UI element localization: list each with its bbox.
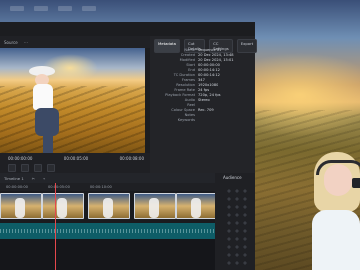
audio-mixer-panel: Audience: [215, 173, 255, 270]
timeline-clip[interactable]: [176, 193, 216, 219]
clip-thumbnail: [57, 198, 67, 218]
top-desktop-tabs: [0, 6, 96, 11]
ruler-tick: 00:00:00:00: [6, 185, 28, 189]
timeline-clip[interactable]: [134, 193, 176, 219]
torso: [33, 84, 53, 110]
playhead[interactable]: [55, 183, 56, 270]
field-keywords: Keywords: [177, 118, 195, 122]
desktop-tab[interactable]: [10, 6, 24, 11]
viewer-controls-icon[interactable]: ⋯: [24, 40, 28, 45]
skip-back-button[interactable]: [8, 164, 16, 172]
clip-thumbnail: [149, 198, 159, 218]
leg: [43, 128, 53, 153]
skip-forward-button[interactable]: [34, 164, 42, 172]
video-track: [0, 193, 216, 221]
body: [312, 210, 360, 270]
timeline-tool-icon[interactable]: ✂: [32, 176, 35, 181]
inspector-panel: Metadata Cut Details CC Settings Export …: [150, 36, 258, 173]
audio-panel-title: Audience: [223, 175, 242, 180]
audio-track[interactable]: [0, 223, 215, 239]
headset-icon: [316, 160, 360, 175]
transport-bar: 00:00:00:00 00:00:05:00 00:00:08:00: [0, 153, 150, 173]
transport-controls: [8, 164, 55, 172]
timeline-snap-icon[interactable]: ⌁: [43, 176, 45, 181]
mixer-knobs[interactable]: [225, 187, 250, 267]
metadata-fields: Name Sequence 01 Created 20 Dec 2024, 13:4…: [155, 48, 250, 123]
desktop-tab[interactable]: [58, 6, 72, 11]
audio-waveform: [0, 229, 215, 233]
timeline-clip[interactable]: [88, 193, 130, 219]
timecode-left: 00:00:00:00: [8, 156, 33, 161]
ruler-tick: 00:00:10:00: [89, 185, 112, 189]
empty-track-area[interactable]: [0, 239, 215, 270]
timeline-toolbar: Timeline 1 ✂ ⌁: [0, 173, 215, 183]
timeline-ruler[interactable]: 00:00:00:00 00:00:05:00 00:00:10:00: [0, 183, 215, 191]
viewer-label: Source: [4, 39, 18, 45]
clip-thumbnail: [191, 198, 201, 218]
webcam-overlay: [310, 150, 360, 270]
clip-thumbnail: [103, 198, 113, 218]
loop-button[interactable]: [47, 164, 55, 172]
video-canvas[interactable]: [0, 48, 145, 153]
timeline-clip[interactable]: [42, 193, 84, 219]
timecode-right: 00:00:08:00: [119, 156, 144, 161]
viewer-header: Source ⋯: [0, 36, 154, 48]
timeline-title[interactable]: Timeline 1: [4, 176, 24, 181]
timeline-clip[interactable]: [0, 193, 42, 219]
ruler-tick: 00:00:05:00: [47, 185, 70, 189]
play-button[interactable]: [21, 164, 29, 172]
desktop-tab[interactable]: [82, 6, 96, 11]
mic-icon: [352, 178, 360, 188]
timecode-mid: 00:00:05:00: [63, 156, 89, 161]
transport-timecodes: 00:00:00:00 00:00:05:00 00:00:08:00: [8, 156, 144, 161]
desktop-tab[interactable]: [34, 6, 48, 11]
subject-figure: [25, 66, 67, 153]
clip-thumbnail: [15, 198, 25, 218]
